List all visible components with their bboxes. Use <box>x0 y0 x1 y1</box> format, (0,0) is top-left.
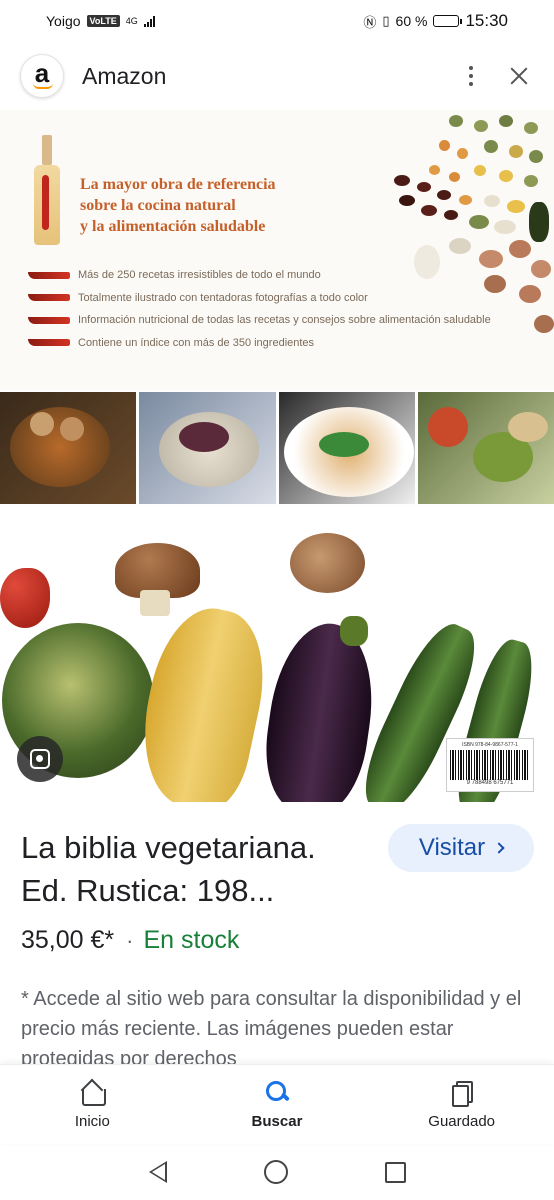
home-icon <box>79 1079 107 1106</box>
chevron-right-icon <box>493 842 505 854</box>
battery-percent: 60 % <box>395 13 428 29</box>
recents-icon[interactable] <box>384 1161 406 1183</box>
barcode-number: 9 788498 675771 <box>466 780 514 786</box>
site-header: a Amazon <box>0 50 554 102</box>
nav-item-search[interactable]: Buscar <box>217 1079 337 1130</box>
headline-line: La mayor obra de referencia <box>80 176 276 193</box>
logo-smile <box>33 83 53 89</box>
barcode: ISBN 978-84-9867-577-1 9 788498 675771 <box>446 738 534 792</box>
carrier-name: Yoigo <box>46 13 81 29</box>
nav-item-home[interactable]: Inicio <box>32 1079 152 1130</box>
chili-icon <box>28 316 70 324</box>
more-vert-icon[interactable] <box>456 56 486 96</box>
home-circle-icon[interactable] <box>263 1160 288 1184</box>
visit-label: Visitar <box>418 834 486 861</box>
volte-badge: VoLTE <box>86 15 120 27</box>
nav-item-saved[interactable]: Guardado <box>402 1079 522 1130</box>
back-icon[interactable] <box>148 1161 167 1183</box>
nfc-icon: Ⓝ <box>363 14 377 30</box>
network-type: 4G <box>125 16 138 26</box>
nav-label: Guardado <box>428 1113 495 1130</box>
google-lens-icon <box>30 749 50 769</box>
dish-photo <box>278 392 415 504</box>
stock-status: En stock <box>143 926 240 954</box>
headline-line: y la alimentación saludable <box>80 218 266 235</box>
close-icon[interactable] <box>504 61 534 91</box>
amazon-logo-icon[interactable]: a <box>20 54 64 98</box>
disclaimer-text: * Accede al sitio web para consultar la … <box>21 988 522 1064</box>
bullet-text: Totalmente ilustrado con tentadoras foto… <box>78 291 368 304</box>
status-right: Ⓝ ▯ 60 % 15:30 <box>363 11 508 31</box>
dish-photo <box>0 392 137 504</box>
product-title-line: La biblia vegetariana. <box>21 830 316 865</box>
saved-icon <box>449 1079 475 1107</box>
clock: 15:30 <box>465 11 508 30</box>
system-nav-bar <box>0 1144 554 1200</box>
nav-label: Buscar <box>251 1113 303 1130</box>
status-left: Yoigo VoLTE 4G <box>46 13 155 29</box>
dish-photos <box>0 392 554 504</box>
product-title-line: Ed. Rustica: 198... <box>21 873 275 908</box>
bullet-text: Más de 250 recetas irresistibles de todo… <box>78 269 321 282</box>
oil-bottle-image <box>32 135 62 245</box>
bullet-text: Contiene un índice con más de 350 ingred… <box>78 336 315 349</box>
headline-line: sobre la cocina natural <box>80 197 236 214</box>
nav-label: Inicio <box>74 1113 110 1130</box>
dish-photo <box>139 392 276 504</box>
status-bar: Yoigo VoLTE 4G Ⓝ ▯ 60 % 15:30 <box>0 0 554 42</box>
chili-icon <box>28 339 70 347</box>
price-row: 35,00 €* · En stock <box>21 926 239 955</box>
barcode-isbn: ISBN 978-84-9867-577-1 <box>462 742 518 748</box>
battery-icon <box>433 15 463 27</box>
dish-photo <box>417 392 554 504</box>
chili-icon <box>28 294 70 302</box>
signal-icon <box>143 15 155 27</box>
price: 35,00 €* <box>21 926 115 954</box>
lens-search-button[interactable] <box>17 736 63 782</box>
barcode-bars <box>450 750 530 780</box>
bottom-nav: Inicio Buscar Guardado <box>0 1064 554 1144</box>
product-image[interactable]: La mayor obra de referencia sobre la coc… <box>0 110 554 802</box>
separator-dot: · <box>126 927 134 953</box>
beans-image <box>389 110 554 340</box>
visit-button[interactable]: Visitar <box>388 824 534 872</box>
site-name: Amazon <box>82 62 167 89</box>
vibrate-icon: ▯ <box>382 13 390 28</box>
cover-top-section: La mayor obra de referencia sobre la coc… <box>0 110 554 390</box>
cover-headline: La mayor obra de referencia sobre la coc… <box>80 174 400 237</box>
chili-icon <box>28 271 70 279</box>
search-icon <box>264 1079 290 1105</box>
product-title: La biblia vegetariana. Ed. Rustica: 198.… <box>21 826 381 912</box>
